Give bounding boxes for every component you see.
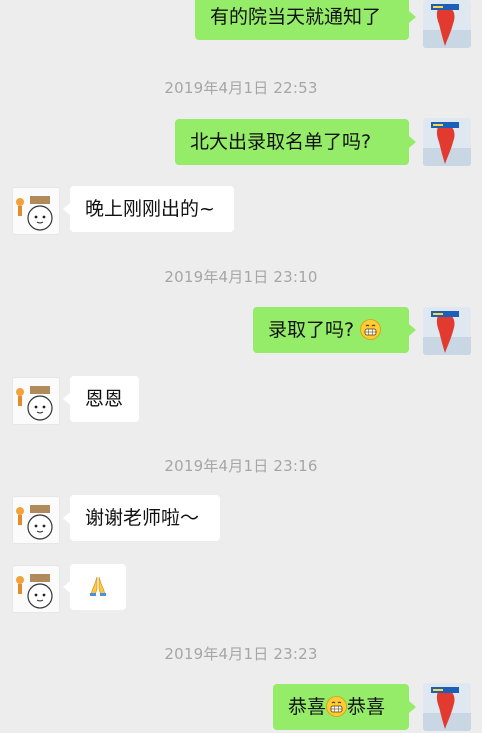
timestamp: 2019年4月1日 23:16	[164, 457, 318, 475]
student-avatar[interactable]	[12, 565, 60, 613]
teacher-avatar[interactable]	[423, 307, 471, 355]
message-text: 有的院当天就通知了	[210, 6, 382, 28]
message-text: 恭喜	[288, 696, 327, 718]
message-text: 恩恩	[85, 388, 124, 410]
timestamp: 2019年4月1日 22:53	[164, 79, 318, 97]
grinning-face-emoji-icon	[360, 319, 382, 340]
message-bubble[interactable]: 恩恩	[63, 376, 139, 422]
message-bubble[interactable]: 录取了吗?	[253, 307, 416, 353]
student-avatar[interactable]	[12, 496, 60, 544]
grinning-face-emoji-icon	[326, 696, 347, 717]
message-text: 录取了吗?	[268, 319, 355, 341]
timestamp: 2019年4月1日 23:23	[164, 645, 318, 663]
teacher-avatar[interactable]	[423, 683, 471, 731]
student-avatar[interactable]	[12, 377, 60, 425]
message-text: 谢谢老师啦～	[85, 507, 200, 529]
message-bubble[interactable]: 有的院当天就通知了	[195, 0, 416, 40]
message-bubble[interactable]	[63, 564, 126, 610]
student-avatar[interactable]	[12, 187, 60, 235]
message-text: 恭喜	[347, 696, 386, 718]
teacher-avatar[interactable]	[423, 0, 471, 48]
teacher-avatar[interactable]	[423, 118, 471, 166]
message-bubble[interactable]: 恭喜 恭喜	[273, 684, 416, 730]
message-text: 晚上刚刚出的~	[85, 198, 215, 220]
message-bubble[interactable]: 北大出录取名单了吗?	[175, 119, 416, 165]
message-bubble[interactable]: 晚上刚刚出的~	[63, 186, 234, 232]
message-bubble[interactable]: 谢谢老师啦～	[63, 495, 220, 541]
folded-hands-emoji-icon	[86, 574, 110, 598]
message-text: 北大出录取名单了吗?	[190, 131, 372, 153]
timestamp: 2019年4月1日 23:10	[164, 268, 318, 286]
